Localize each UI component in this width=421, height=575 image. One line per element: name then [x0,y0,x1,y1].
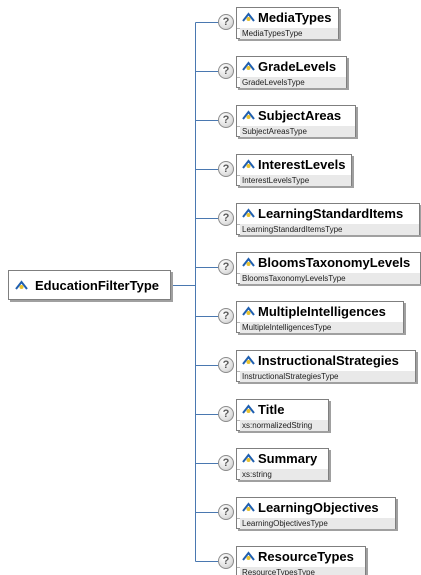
element-icon [242,453,255,463]
element-box[interactable]: Summary xs:string [236,448,329,480]
element-type: xs:normalizedString [240,420,328,431]
element-header: Summary [237,449,328,470]
element-type: MediaTypesType [240,28,338,39]
element-icon [242,208,255,218]
element-type: InstructionalStrategiesType [240,371,415,382]
help-icon[interactable]: ? [218,210,234,226]
element-box[interactable]: MultipleIntelligences MultipleIntelligenc… [236,301,404,333]
element-icon [242,159,255,169]
element-type: BloomsTaxonomyLevelsType [240,273,420,284]
element-box[interactable]: InstructionalStrategies InstructionalStra… [236,350,416,382]
help-icon[interactable]: ? [218,455,234,471]
element-header: Title [237,400,328,421]
element-header: SubjectAreas [237,106,355,127]
help-icon[interactable]: ? [218,504,234,520]
element-header: InstructionalStrategies [237,351,415,372]
schema-diagram: EducationFilterType ? MediaTypes MediaType… [0,0,421,575]
element-icon [242,355,255,365]
element-name: GradeLevels [258,59,337,74]
element-name: Summary [258,451,318,466]
element-type: SubjectAreasType [240,126,355,137]
element-type: LearningStandardItemsType [240,224,419,235]
element-header: BloomsTaxonomyLevels [237,253,420,274]
help-icon[interactable]: ? [218,259,234,275]
element-type: xs:string [240,469,328,480]
help-icon[interactable]: ? [218,63,234,79]
root-element-name: EducationFilterType [35,278,159,293]
element-header: ResourceTypes [237,547,365,568]
element-box[interactable]: LearningStandardItems LearningStandardIte… [236,203,420,235]
help-icon[interactable]: ? [218,161,234,177]
element-name: LearningObjectives [258,500,379,515]
element-name: InterestLevels [258,157,346,172]
element-name: ResourceTypes [258,549,354,564]
element-header: MultipleIntelligences [237,302,403,323]
help-icon[interactable]: ? [218,308,234,324]
element-box[interactable]: SubjectAreas SubjectAreasType [236,105,356,137]
element-box[interactable]: InterestLevels InterestLevelsType [236,154,352,186]
help-icon[interactable]: ? [218,112,234,128]
element-header: GradeLevels [237,57,346,78]
help-icon[interactable]: ? [218,14,234,30]
element-box[interactable]: LearningObjectives LearningObjectivesType [236,497,396,529]
element-type: ResourceTypesType [240,567,365,575]
element-box[interactable]: BloomsTaxonomyLevels BloomsTaxonomyLevels… [236,252,421,284]
help-icon[interactable]: ? [218,357,234,373]
element-type: InterestLevelsType [240,175,351,186]
element-icon [15,280,28,290]
element-header: LearningObjectives [237,498,395,519]
element-name: Title [258,402,285,417]
element-icon [242,502,255,512]
element-type: MultipleIntelligencesType [240,322,403,333]
help-icon[interactable]: ? [218,553,234,569]
element-icon [242,12,255,22]
element-icon [242,61,255,71]
element-box[interactable]: GradeLevels GradeLevelsType [236,56,347,88]
element-icon [242,306,255,316]
element-name: InstructionalStrategies [258,353,399,368]
element-name: MediaTypes [258,10,332,25]
root-element-box[interactable]: EducationFilterType [8,270,171,300]
element-icon [242,257,255,267]
element-type: GradeLevelsType [240,77,346,88]
help-icon[interactable]: ? [218,406,234,422]
element-type: LearningObjectivesType [240,518,395,529]
element-header: MediaTypes [237,8,338,29]
element-icon [242,404,255,414]
element-icon [242,551,255,561]
element-header: InterestLevels [237,155,351,176]
element-box[interactable]: MediaTypes MediaTypesType [236,7,339,39]
element-box[interactable]: Title xs:normalizedString [236,399,329,431]
element-name: MultipleIntelligences [258,304,386,319]
element-box[interactable]: ResourceTypes ResourceTypesType [236,546,366,575]
element-header: LearningStandardItems [237,204,419,225]
element-name: BloomsTaxonomyLevels [258,255,411,270]
element-icon [242,110,255,120]
element-name: LearningStandardItems [258,206,404,221]
element-name: SubjectAreas [258,108,342,123]
